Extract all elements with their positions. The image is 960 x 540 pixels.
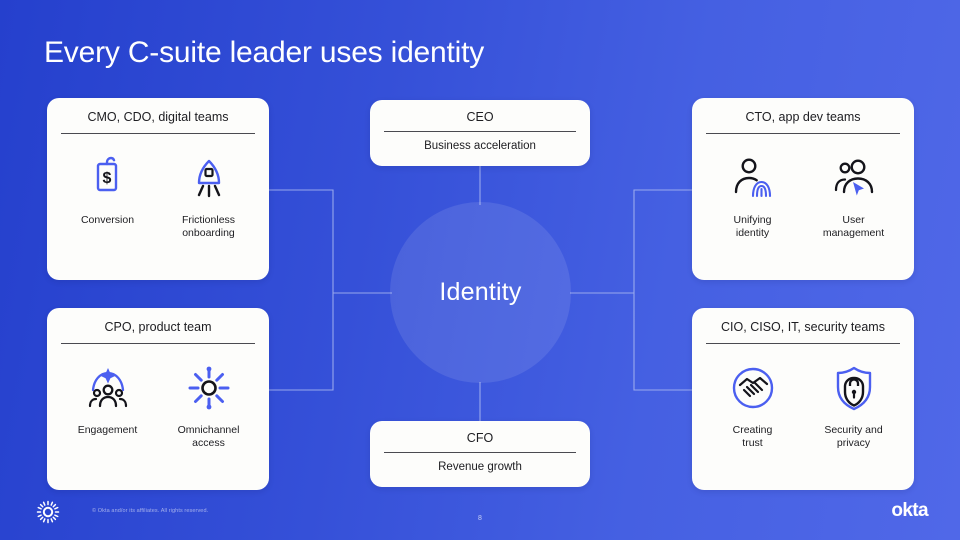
connector-right-bracket <box>633 189 692 391</box>
feature-caption: Engagement <box>77 424 138 436</box>
card-cpo-title: CPO, product team <box>104 320 212 334</box>
card-cpo[interactable]: CPO, product team Engagement Omnichannel… <box>47 308 269 490</box>
card-cmo-cdo[interactable]: CMO, CDO, digital teams $ Conversion Fri… <box>47 98 269 280</box>
feature-caption: Frictionless onboarding <box>181 214 236 240</box>
card-cfo-subtitle: Revenue growth <box>438 461 522 473</box>
feature-engagement[interactable]: Engagement <box>62 362 154 437</box>
people-sparkle-icon <box>62 362 154 414</box>
identity-hub: Identity <box>390 202 571 383</box>
feature-caption: Conversion <box>80 214 135 226</box>
card-cto[interactable]: CTO, app dev teams Unifying identity Use… <box>692 98 914 280</box>
feature-frictionless-onboarding[interactable]: Frictionless onboarding <box>163 152 255 240</box>
card-ceo[interactable]: CEO Business acceleration <box>370 100 590 166</box>
feature-user-management[interactable]: User management <box>808 152 900 240</box>
page-number: 8 <box>478 515 482 522</box>
card-cmo-cdo-title: CMO, CDO, digital teams <box>87 110 229 124</box>
card-cio-ciso[interactable]: CIO, CISO, IT, security teams Creating t… <box>692 308 914 490</box>
feature-omnichannel-access[interactable]: Omnichannel access <box>163 362 255 450</box>
rocket-icon <box>163 152 255 204</box>
card-cio-ciso-title: CIO, CISO, IT, security teams <box>721 320 885 334</box>
feature-caption: Unifying identity <box>733 214 772 240</box>
connector-left-bracket <box>268 189 334 391</box>
feature-creating-trust[interactable]: Creating trust <box>707 362 799 450</box>
okta-wordmark: okta <box>891 500 928 521</box>
page-title: Every C-suite leader uses identity <box>44 36 485 69</box>
card-cfo[interactable]: CFO Revenue growth <box>370 421 590 487</box>
identity-hub-label: Identity <box>439 278 522 306</box>
feature-caption: User management <box>822 214 885 240</box>
feature-caption: Security and privacy <box>824 424 883 450</box>
price-tag-dollar-icon: $ <box>62 152 154 204</box>
feature-caption: Creating trust <box>732 424 773 450</box>
card-cto-title: CTO, app dev teams <box>745 110 861 124</box>
users-cursor-icon <box>808 152 900 204</box>
handshake-circle-icon <box>707 362 799 414</box>
card-ceo-subtitle: Business acceleration <box>424 140 536 152</box>
feature-conversion[interactable]: $ Conversion <box>62 152 154 227</box>
card-ceo-title: CEO <box>466 110 494 124</box>
omnichannel-hub-icon <box>163 362 255 414</box>
feature-caption: Omnichannel access <box>177 424 240 450</box>
person-fingerprint-icon <box>707 152 799 204</box>
svg-text:$: $ <box>102 170 111 187</box>
card-cfo-title: CFO <box>466 431 494 445</box>
shield-lock-icon <box>808 362 900 414</box>
copyright-text: © Okta and/or its affiliates. All rights… <box>92 508 209 514</box>
feature-security-privacy[interactable]: Security and privacy <box>808 362 900 450</box>
feature-unifying-identity[interactable]: Unifying identity <box>707 152 799 240</box>
